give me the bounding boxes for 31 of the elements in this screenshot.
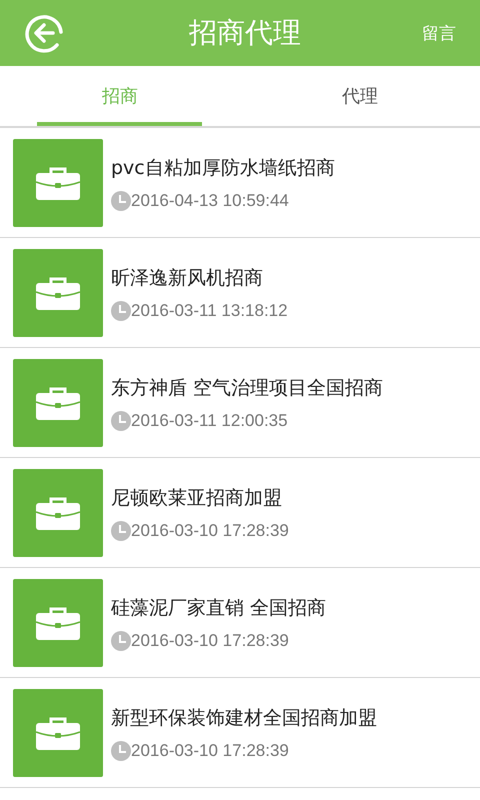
briefcase-icon xyxy=(35,494,81,530)
clock-icon xyxy=(111,630,131,650)
list-item[interactable]: 昕泽逸新风机招商 2016-03-11 13:18:12 xyxy=(0,238,480,348)
briefcase-icon xyxy=(35,164,81,200)
clock-icon xyxy=(111,190,131,210)
list-item[interactable]: 新型环保装饰建材全国招商加盟 2016-03-10 17:28:39 xyxy=(0,678,480,788)
clock-icon xyxy=(111,740,131,760)
item-time: 2016-04-13 10:59:44 xyxy=(131,190,289,210)
list-item[interactable]: 尼顿欧莱亚招商加盟 2016-03-10 17:28:39 xyxy=(0,458,480,568)
briefcase-icon xyxy=(35,604,81,640)
page-title: 招商代理 xyxy=(189,15,301,51)
item-time: 2016-03-10 17:28:39 xyxy=(131,520,289,540)
clock-icon xyxy=(111,520,131,540)
list-item[interactable]: pvc自粘加厚防水墙纸招商 2016-04-13 10:59:44 xyxy=(0,128,480,238)
briefcase-icon xyxy=(35,274,81,310)
briefcase-icon xyxy=(35,384,81,420)
list-item[interactable]: 硅藻泥厂家直销 全国招商 2016-03-10 17:28:39 xyxy=(0,568,480,678)
item-title: 硅藻泥厂家直销 全国招商 xyxy=(111,596,326,620)
item-time: 2016-03-11 13:18:12 xyxy=(131,300,288,320)
item-title: 昕泽逸新风机招商 xyxy=(111,266,264,290)
clock-icon xyxy=(111,300,131,320)
list-item[interactable]: 东方神盾 空气治理项目全国招商 2016-03-11 12:00:35 xyxy=(0,348,480,458)
item-time: 2016-03-11 12:00:35 xyxy=(131,410,288,430)
briefcase-icon xyxy=(35,714,81,750)
clock-icon xyxy=(111,410,131,430)
item-time: 2016-03-10 17:28:39 xyxy=(131,630,289,650)
item-title: pvc自粘加厚防水墙纸招商 xyxy=(111,156,335,180)
item-title: 尼顿欧莱亚招商加盟 xyxy=(111,486,283,510)
item-title: 东方神盾 空气治理项目全国招商 xyxy=(111,376,384,400)
item-title: 新型环保装饰建材全国招商加盟 xyxy=(111,706,377,730)
item-time: 2016-03-10 17:28:39 xyxy=(131,740,289,760)
